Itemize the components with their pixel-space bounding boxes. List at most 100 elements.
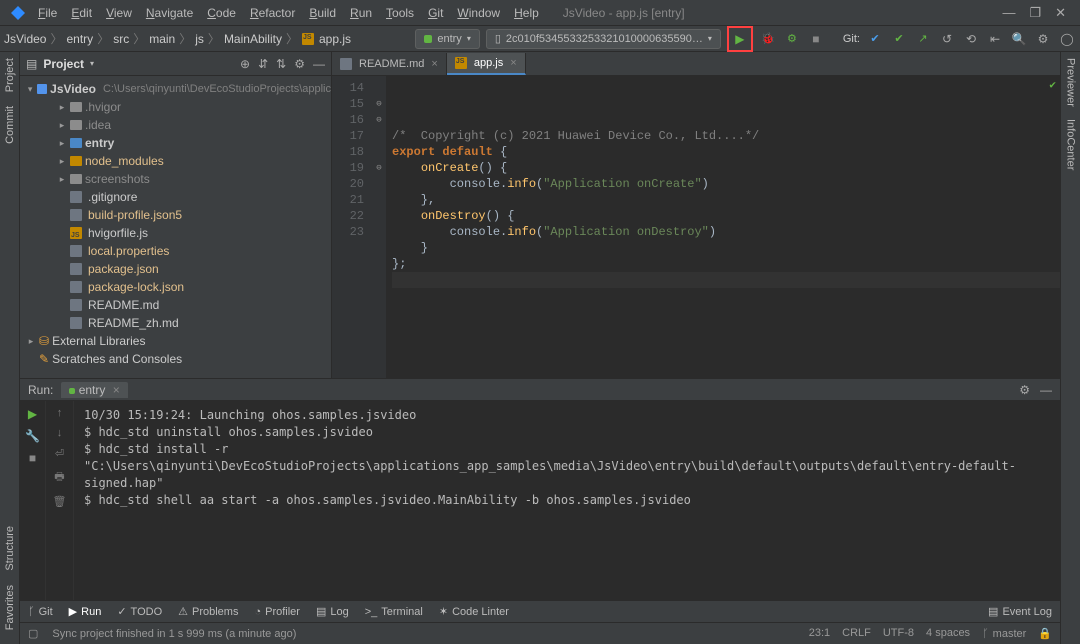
editor-tab[interactable]: README.md× [332, 53, 447, 75]
event-log[interactable]: ▤Event Log [988, 605, 1052, 618]
console-line[interactable]: 10/30 15:19:24: Launching ohos.samples.j… [84, 407, 1050, 424]
code-line[interactable]: onDestroy() { [392, 208, 1060, 224]
menu-run[interactable]: Run [344, 4, 378, 22]
project-tree[interactable]: ▾ JsVideo C:\Users\qinyunti\DevEcoStudio… [20, 76, 331, 378]
breadcrumb-item[interactable]: MainAbility [224, 32, 282, 46]
menu-git[interactable]: Git [422, 4, 449, 22]
editor-tab[interactable]: app.js× [447, 53, 526, 75]
tree-item[interactable]: build-profile.json5 [20, 206, 331, 224]
expand-arrow-icon[interactable]: ▸ [57, 117, 67, 133]
profile-icon[interactable]: ◯ [1058, 30, 1076, 48]
infocenter-tab[interactable]: InfoCenter [1063, 113, 1079, 176]
settings-icon[interactable]: ⚙ [1034, 30, 1052, 48]
tree-item[interactable]: local.properties [20, 242, 331, 260]
code-line[interactable]: } [392, 240, 1060, 256]
git-branch[interactable]: ᚴ master [982, 627, 1026, 640]
tool-window-code-linter[interactable]: ✶Code Linter [439, 605, 509, 618]
minimize-icon[interactable]: — [1002, 5, 1015, 21]
expand-all-icon[interactable]: ⇵ [258, 57, 268, 71]
hide-icon[interactable]: — [313, 57, 325, 71]
close-icon[interactable]: × [113, 383, 120, 397]
attach-debugger-button[interactable]: ⚙ [783, 30, 801, 48]
tree-item[interactable]: ▸entry [20, 134, 331, 152]
gear-icon[interactable]: ⚙ [294, 57, 305, 71]
menu-file[interactable]: File [32, 4, 63, 22]
expand-arrow-icon[interactable]: ▸ [57, 135, 67, 151]
menu-tools[interactable]: Tools [380, 4, 420, 22]
encoding[interactable]: UTF-8 [883, 627, 914, 640]
tree-item[interactable]: hvigorfile.js [20, 224, 331, 242]
code-line[interactable] [392, 272, 1060, 288]
expand-arrow-icon[interactable]: ▸ [57, 153, 67, 169]
up-icon[interactable]: ↑ [57, 407, 63, 419]
fold-gutter[interactable]: ⊖⊖⊖ [372, 76, 386, 378]
menu-view[interactable]: View [100, 4, 138, 22]
rerun-icon[interactable]: ▶ [28, 407, 37, 421]
menu-refactor[interactable]: Refactor [244, 4, 301, 22]
tool-window-terminal[interactable]: >_Terminal [365, 606, 423, 618]
code-line[interactable]: console.info("Application onCreate") [392, 176, 1060, 192]
expand-arrow-icon[interactable]: ▸ [57, 99, 67, 115]
code-line[interactable]: export default { [392, 144, 1060, 160]
indent[interactable]: 4 spaces [926, 627, 970, 640]
tree-item[interactable]: ▸node_modules [20, 152, 331, 170]
breadcrumb-item[interactable]: main [149, 32, 175, 46]
menu-window[interactable]: Window [451, 4, 506, 22]
expand-arrow-icon[interactable]: ▸ [57, 171, 67, 187]
git-update-icon[interactable]: ✔ [866, 30, 884, 48]
close-icon[interactable]: × [431, 58, 437, 70]
tree-item[interactable]: ▸screenshots [20, 170, 331, 188]
run-button[interactable]: ▶ [731, 30, 749, 48]
run-tab[interactable]: entry × [61, 382, 127, 398]
tree-item[interactable]: package-lock.json [20, 278, 331, 296]
tool-window-git[interactable]: ᚴGit [28, 606, 53, 618]
menu-help[interactable]: Help [508, 4, 545, 22]
breadcrumb-item[interactable]: entry [67, 32, 94, 46]
run-config-combo[interactable]: entry ▾ [415, 29, 479, 49]
git-push-icon[interactable]: ↗ [914, 30, 932, 48]
tree-item[interactable]: .gitignore [20, 188, 331, 206]
debug-button[interactable]: 🐞 [759, 30, 777, 48]
tool-window-profiler[interactable]: ◔Profiler [254, 606, 300, 618]
breadcrumb-item[interactable]: src [113, 32, 129, 46]
down-icon[interactable]: ↓ [57, 427, 63, 439]
breadcrumb[interactable]: JsVideo〉entry〉src〉main〉js〉MainAbility〉ap… [4, 30, 351, 47]
tool-window-run[interactable]: ▶Run [69, 605, 102, 618]
code-area[interactable]: 14151617181920212223 ⊖⊖⊖ ✔ /* Copyright … [332, 76, 1060, 378]
console-line[interactable]: $ hdc_std uninstall ohos.samples.jsvideo [84, 424, 1050, 441]
commit-tab[interactable]: Commit [2, 100, 18, 150]
menu-navigate[interactable]: Navigate [140, 4, 199, 22]
line-separator[interactable]: CRLF [842, 627, 871, 640]
git-commit-icon[interactable]: ✔ [890, 30, 908, 48]
trash-icon[interactable]: 🗑 [53, 495, 67, 508]
tree-root[interactable]: ▾ JsVideo C:\Users\qinyunti\DevEcoStudio… [20, 80, 331, 98]
code-line[interactable]: console.info("Application onDestroy") [392, 224, 1060, 240]
tool-window-todo[interactable]: ✓TODO [117, 605, 162, 618]
previewer-tab[interactable]: Previewer [1063, 52, 1079, 113]
print-icon[interactable]: 🖶 [54, 468, 64, 487]
lock-icon[interactable]: 🔒 [1038, 627, 1052, 640]
breadcrumb-item[interactable]: app.js [319, 32, 351, 46]
gear-icon[interactable]: ⚙ [1019, 383, 1030, 397]
project-tab[interactable]: Project [2, 52, 18, 98]
run-output[interactable]: 10/30 15:19:24: Launching ohos.samples.j… [74, 401, 1060, 600]
structure-tab[interactable]: Structure [2, 520, 18, 577]
breadcrumb-item[interactable]: js [195, 32, 204, 46]
menu-code[interactable]: Code [201, 4, 242, 22]
tree-item[interactable]: ▸.hvigor [20, 98, 331, 116]
tree-item[interactable]: README.md [20, 296, 331, 314]
console-line[interactable]: $ hdc_std install -r "C:\Users\qinyunti\… [84, 441, 1050, 492]
code-line[interactable]: onCreate() { [392, 160, 1060, 176]
code-line[interactable]: /* Copyright (c) 2021 Huawei Device Co.,… [392, 128, 1060, 144]
menu-build[interactable]: Build [303, 4, 342, 22]
locate-icon[interactable]: ⊕ [240, 57, 250, 71]
rollback-icon[interactable]: ⟲ [962, 30, 980, 48]
maximize-icon[interactable]: ❐ [1029, 5, 1041, 21]
search-icon[interactable]: 🔍 [1010, 30, 1028, 48]
chevron-down-icon[interactable]: ▾ [90, 59, 94, 68]
back-icon[interactable]: ⇤ [986, 30, 1004, 48]
external-libraries[interactable]: ▸ ⛁ External Libraries [20, 332, 331, 350]
tool-window-log[interactable]: ▤Log [316, 605, 349, 618]
close-icon[interactable]: × [510, 57, 516, 69]
wrench-icon[interactable]: 🔧 [25, 429, 40, 443]
